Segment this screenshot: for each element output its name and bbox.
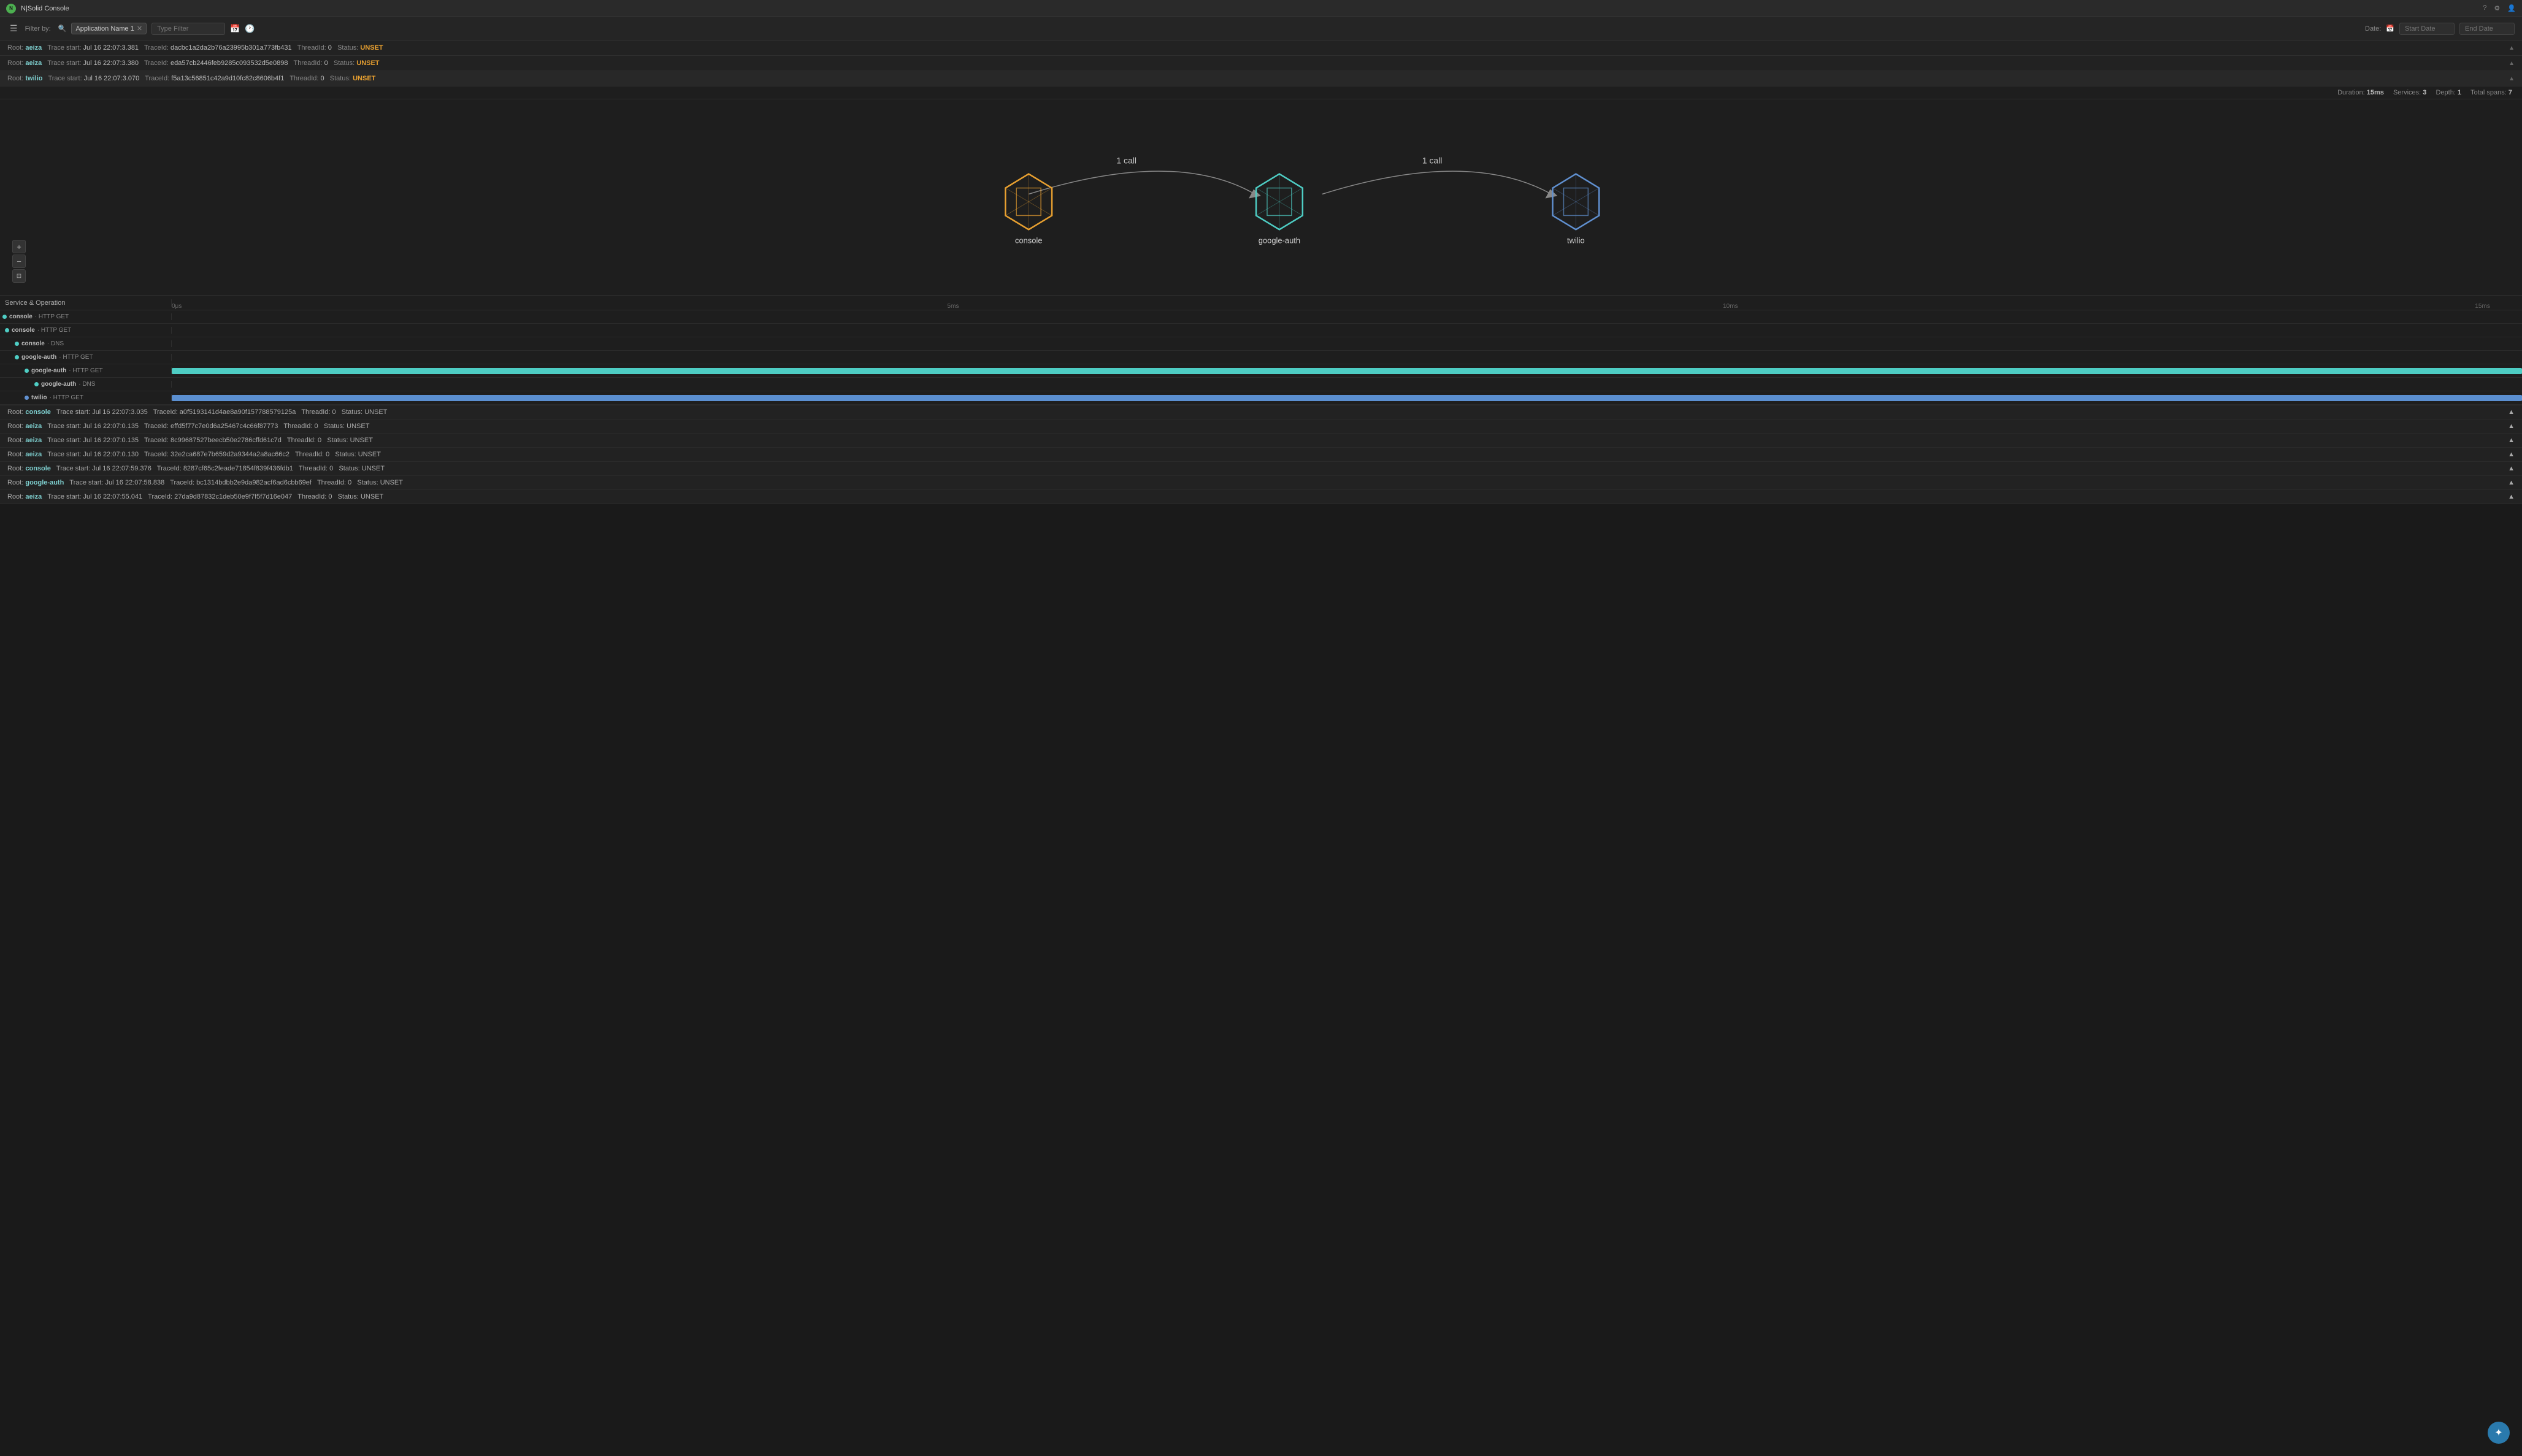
- fab-button[interactable]: ✦: [2488, 1422, 2510, 1444]
- chevron-icon: ▲: [2508, 479, 2515, 486]
- calendar-icon-date: 📅: [2386, 25, 2394, 33]
- titlebar: N N|Solid Console ? ⚙ 👤: [0, 0, 2522, 17]
- end-date-input[interactable]: [2459, 23, 2515, 35]
- trace-row[interactable]: Root: aeiza Trace start: Jul 16 22:07:0.…: [0, 448, 2522, 462]
- trace-row[interactable]: Root: aeiza Trace start: Jul 16 22:07:3.…: [0, 56, 2522, 71]
- time-mark-0: 0μs: [172, 303, 182, 310]
- user-icon[interactable]: 👤: [2507, 4, 2516, 12]
- node-twilio-label: twilio: [1567, 236, 1585, 245]
- menu-button[interactable]: ☰: [7, 21, 20, 36]
- span-bar: [172, 395, 2522, 401]
- calendar-icon-btn[interactable]: 📅: [230, 24, 240, 34]
- trace-row[interactable]: Root: google-auth Trace start: Jul 16 22…: [0, 476, 2522, 490]
- app-title: N|Solid Console: [21, 5, 69, 12]
- span-bar: [172, 368, 2522, 374]
- bar-cell: [172, 351, 2522, 364]
- edge-label-1: 1 call: [1116, 156, 1136, 166]
- filter-tag[interactable]: Application Name 1 ✕: [71, 23, 147, 34]
- timeline-row[interactable]: google-auth · HTTP GET: [0, 351, 2522, 364]
- filter-label: Filter by:: [25, 25, 51, 33]
- service-cell: google-auth · HTTP GET: [0, 354, 172, 361]
- time-mark-15: 15ms: [2475, 303, 2489, 310]
- service-cell: google-auth · DNS: [0, 381, 172, 388]
- fab-icon: ✦: [2494, 1427, 2502, 1439]
- service-dot: [25, 369, 29, 373]
- toolbar: ☰ Filter by: 🔍 Application Name 1 ✕ 📅 🕐 …: [0, 17, 2522, 40]
- service-col-header: Service & Operation: [0, 299, 172, 307]
- node-console-label: console: [1015, 236, 1043, 245]
- zoom-in-button[interactable]: +: [12, 240, 26, 253]
- timeline: Service & Operation 0μs 5ms 10ms 15ms co…: [0, 296, 2522, 405]
- service-cell: google-auth · HTTP GET: [0, 367, 172, 374]
- help-icon[interactable]: ?: [2483, 4, 2486, 12]
- bar-cell: [172, 391, 2522, 404]
- bar-cell: [172, 364, 2522, 377]
- top-traces-list: Root: aeiza Trace start: Jul 16 22:07:3.…: [0, 40, 2522, 86]
- chevron-icon: ▲: [2508, 493, 2515, 500]
- edge-label-2: 1 call: [1422, 156, 1443, 166]
- chevron-icon: ▲: [2508, 423, 2515, 430]
- bar-cell: [172, 310, 2522, 323]
- total-spans-stat: Total spans: 7: [2470, 89, 2512, 96]
- date-label: Date:: [2365, 25, 2381, 33]
- zoom-out-button[interactable]: −: [12, 255, 26, 268]
- chevron-icon: ▲: [2509, 75, 2515, 82]
- bar-cell: [172, 337, 2522, 350]
- trace-row[interactable]: Root: console Trace start: Jul 16 22:07:…: [0, 405, 2522, 420]
- chevron-icon: ▲: [2508, 408, 2515, 416]
- trace-row-selected[interactable]: Root: twilio Trace start: Jul 16 22:07:3…: [0, 71, 2522, 86]
- service-cell: console · HTTP GET: [0, 313, 172, 320]
- bottom-traces-list: Root: console Trace start: Jul 16 22:07:…: [0, 405, 2522, 504]
- chevron-icon: ▲: [2508, 437, 2515, 444]
- duration-stat: Duration: 15ms: [2337, 89, 2384, 96]
- timeline-row[interactable]: console · HTTP GET: [0, 310, 2522, 324]
- depth-stat: Depth: 1: [2436, 89, 2461, 96]
- services-stat: Services: 3: [2393, 89, 2426, 96]
- service-cell: twilio · HTTP GET: [0, 394, 172, 401]
- stats-bar: Duration: 15ms Services: 3 Depth: 1 Tota…: [0, 86, 2522, 99]
- chevron-icon: ▲: [2508, 465, 2515, 472]
- start-date-input[interactable]: [2399, 23, 2455, 35]
- timeline-rows: console · HTTP GET console · HTTP GET co…: [0, 310, 2522, 405]
- search-icon: 🔍: [58, 25, 67, 33]
- timeline-row[interactable]: console · DNS: [0, 337, 2522, 351]
- zoom-controls: + − ⊡: [12, 240, 26, 283]
- timeline-row[interactable]: google-auth · HTTP GET: [0, 364, 2522, 378]
- service-dot: [2, 315, 7, 319]
- date-range: Date: 📅: [2365, 23, 2515, 35]
- time-mark-10: 10ms: [1723, 303, 1738, 310]
- node-google-auth-label: google-auth: [1259, 236, 1300, 245]
- app-logo: N: [6, 4, 16, 13]
- bar-cell: [172, 324, 2522, 337]
- filter-input[interactable]: [151, 23, 225, 35]
- bar-cell: [172, 378, 2522, 391]
- timeline-row[interactable]: google-auth · DNS: [0, 378, 2522, 391]
- chevron-icon: ▲: [2509, 45, 2515, 52]
- trace-row[interactable]: Root: aeiza Trace start: Jul 16 22:07:55…: [0, 490, 2522, 504]
- timeline-row[interactable]: console · HTTP GET: [0, 324, 2522, 337]
- service-dot: [15, 342, 19, 346]
- service-dot: [5, 328, 9, 332]
- service-map-svg: 1 call 1 call console google-auth: [0, 99, 2522, 295]
- settings-icon[interactable]: ⚙: [2494, 4, 2500, 12]
- trace-row[interactable]: Root: aeiza Trace start: Jul 16 22:07:0.…: [0, 420, 2522, 434]
- trace-row[interactable]: Root: console Trace start: Jul 16 22:07:…: [0, 462, 2522, 476]
- service-dot: [25, 396, 29, 400]
- service-dot: [15, 355, 19, 359]
- history-icon-btn[interactable]: 🕐: [245, 24, 255, 34]
- timeline-header: Service & Operation 0μs 5ms 10ms 15ms: [0, 296, 2522, 310]
- trace-row[interactable]: Root: aeiza Trace start: Jul 16 22:07:0.…: [0, 434, 2522, 448]
- service-cell: console · HTTP GET: [0, 327, 172, 334]
- service-cell: console · DNS: [0, 340, 172, 347]
- zoom-fit-button[interactable]: ⊡: [12, 269, 26, 283]
- time-mark-5: 5ms: [948, 303, 959, 310]
- chevron-icon: ▲: [2508, 451, 2515, 458]
- timeline-row[interactable]: twilio · HTTP GET: [0, 391, 2522, 405]
- trace-row[interactable]: Root: aeiza Trace start: Jul 16 22:07:3.…: [0, 40, 2522, 56]
- chevron-icon: ▲: [2509, 60, 2515, 67]
- service-dot: [34, 382, 39, 386]
- service-map: 1 call 1 call console google-auth: [0, 99, 2522, 296]
- filter-tag-close[interactable]: ✕: [137, 25, 142, 33]
